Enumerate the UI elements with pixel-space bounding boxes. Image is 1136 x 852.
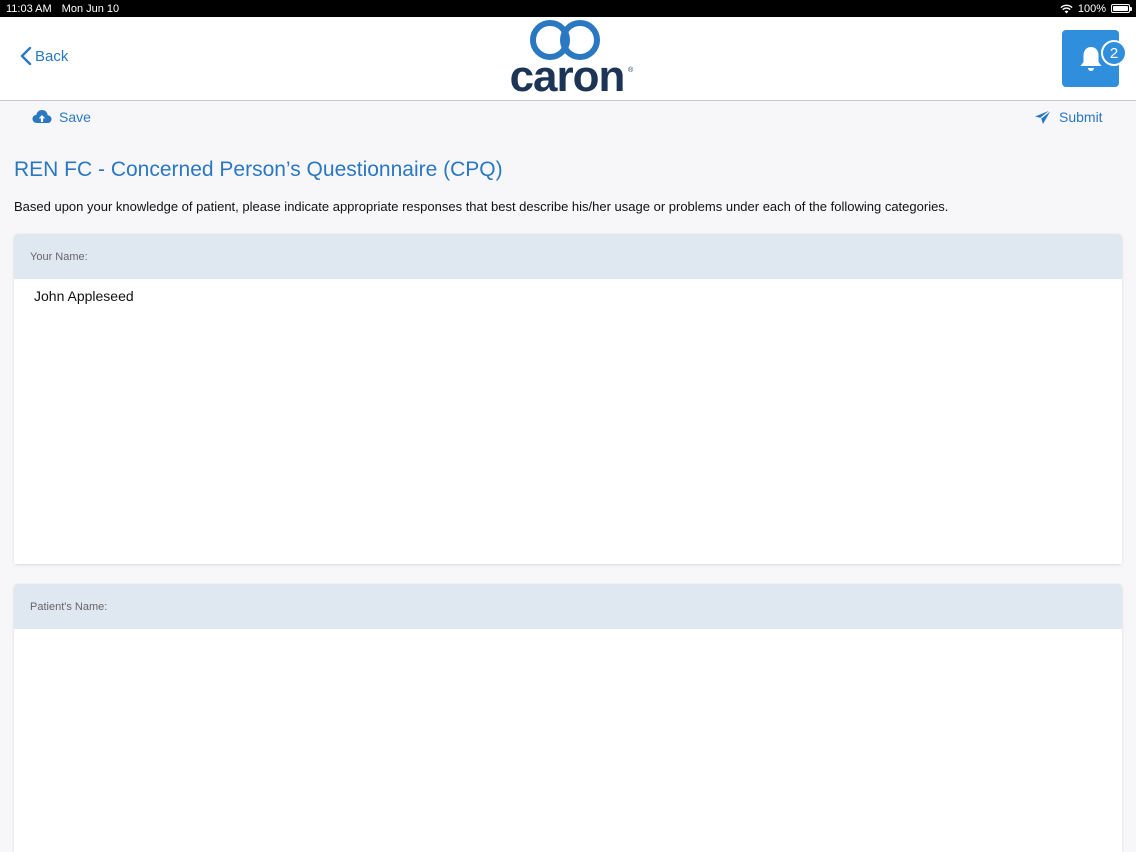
wifi-icon: [1060, 4, 1073, 13]
caron-logo: caron ®: [500, 19, 636, 99]
submit-label: Submit: [1059, 109, 1103, 125]
page-title: REN FC - Concerned Person’s Questionnair…: [14, 158, 503, 181]
your-name-input[interactable]: John Appleseed: [14, 279, 1122, 564]
cloud-upload-icon: [32, 110, 52, 123]
status-right: 100%: [1060, 2, 1132, 15]
notification-badge: 2: [1101, 40, 1127, 66]
form-instructions: Based upon your knowledge of patient, pl…: [14, 199, 949, 214]
chevron-left-icon: [20, 47, 32, 65]
bell-icon: [1080, 46, 1101, 71]
save-button[interactable]: Save: [32, 109, 91, 125]
logo-text: caron: [509, 52, 626, 101]
paper-plane-icon: [1035, 109, 1052, 124]
patient-name-section: Patient's Name:: [14, 584, 1122, 852]
back-button[interactable]: Back: [20, 47, 68, 65]
nav-bar: Back caron ® 2: [0, 17, 1136, 101]
logo-registered-mark: ®: [628, 67, 634, 74]
battery-icon: [1111, 4, 1132, 13]
battery-percent: 100%: [1077, 2, 1106, 15]
status-time: 11:03 AM: [6, 2, 52, 15]
your-name-section: Your Name: John Appleseed: [14, 234, 1122, 564]
status-date: Mon Jun 10: [61, 2, 120, 15]
patient-name-input[interactable]: [14, 629, 1122, 852]
status-bar: 11:03 AM Mon Jun 10 100%: [0, 0, 1136, 17]
save-label: Save: [59, 109, 91, 125]
patient-name-label: Patient's Name:: [14, 584, 1122, 629]
submit-button[interactable]: Submit: [1034, 109, 1103, 125]
back-label: Back: [35, 47, 69, 65]
your-name-label: Your Name:: [14, 234, 1122, 279]
